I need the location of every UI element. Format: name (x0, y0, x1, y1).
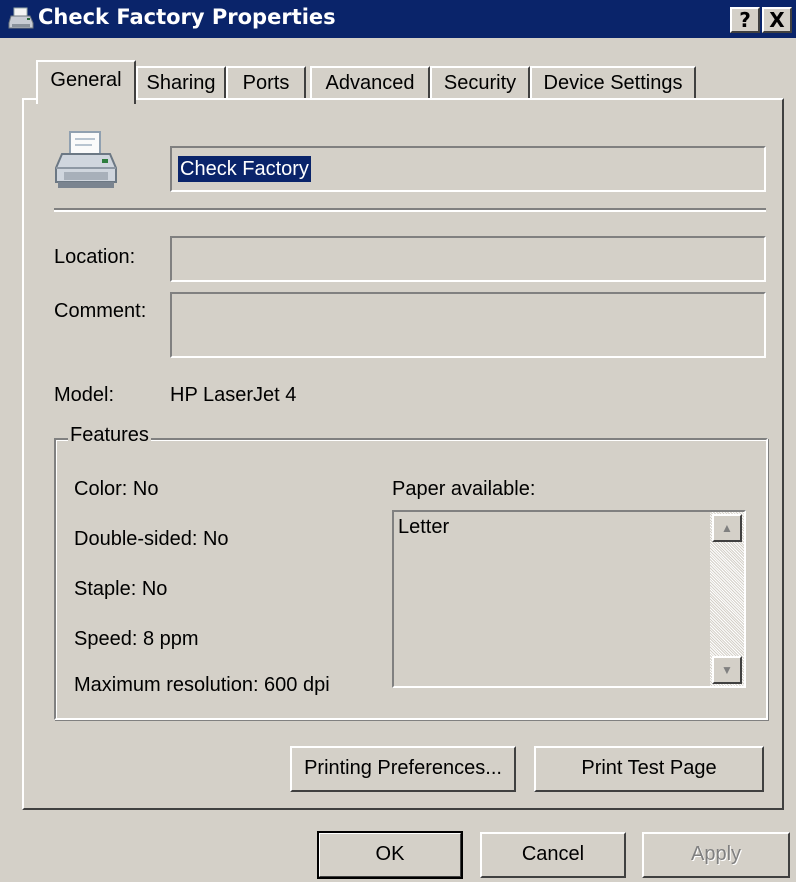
paper-list-scrollbar[interactable]: ▲ ▼ (710, 512, 744, 686)
feature-staple: Staple: No (74, 578, 168, 600)
cancel-button[interactable]: Cancel (480, 832, 626, 878)
model-value: HP LaserJet 4 (170, 384, 297, 406)
separator (54, 208, 766, 212)
tab-ports[interactable]: Ports (226, 66, 306, 100)
features-legend: Features (68, 424, 151, 447)
ok-button[interactable]: OK (317, 831, 463, 879)
comment-field[interactable] (170, 292, 766, 358)
tab-security[interactable]: Security (430, 66, 530, 100)
printer-icon (8, 7, 34, 29)
feature-double-sided: Double-sided: No (74, 528, 229, 550)
printer-name-text: Check Factory (178, 156, 311, 182)
feature-speed: Speed: 8 ppm (74, 628, 199, 650)
title-bar[interactable]: Check Factory Properties ? X (0, 0, 796, 38)
location-field[interactable] (170, 236, 766, 282)
window-title: Check Factory Properties (38, 5, 336, 29)
location-label: Location: (54, 246, 136, 268)
list-item[interactable]: Letter (398, 516, 449, 539)
scroll-up-icon[interactable]: ▲ (712, 514, 742, 542)
close-button[interactable]: X (762, 7, 792, 33)
print-test-page-button[interactable]: Print Test Page (534, 746, 764, 792)
scroll-down-icon[interactable]: ▼ (712, 656, 742, 684)
tab-general[interactable]: General (36, 60, 136, 104)
paper-list[interactable]: Letter ▲ ▼ (392, 510, 746, 688)
tab-sharing[interactable]: Sharing (136, 66, 226, 100)
tab-advanced[interactable]: Advanced (310, 66, 430, 100)
general-tab-panel: Check Factory Location: Comment: Model: … (22, 98, 784, 810)
printer-icon (55, 131, 117, 188)
apply-button[interactable]: Apply (642, 832, 790, 878)
help-button[interactable]: ? (730, 7, 760, 33)
printing-preferences-button[interactable]: Printing Preferences... (290, 746, 516, 792)
comment-label: Comment: (54, 300, 147, 322)
feature-max-resolution: Maximum resolution: 600 dpi (74, 674, 330, 696)
printer-name-field[interactable]: Check Factory (170, 146, 766, 192)
tab-device-settings[interactable]: Device Settings (530, 66, 696, 100)
paper-available-label: Paper available: (392, 478, 536, 500)
features-group: Features Color: No Double-sided: No Stap… (54, 424, 768, 720)
feature-color: Color: No (74, 478, 159, 500)
model-label: Model: (54, 384, 115, 406)
